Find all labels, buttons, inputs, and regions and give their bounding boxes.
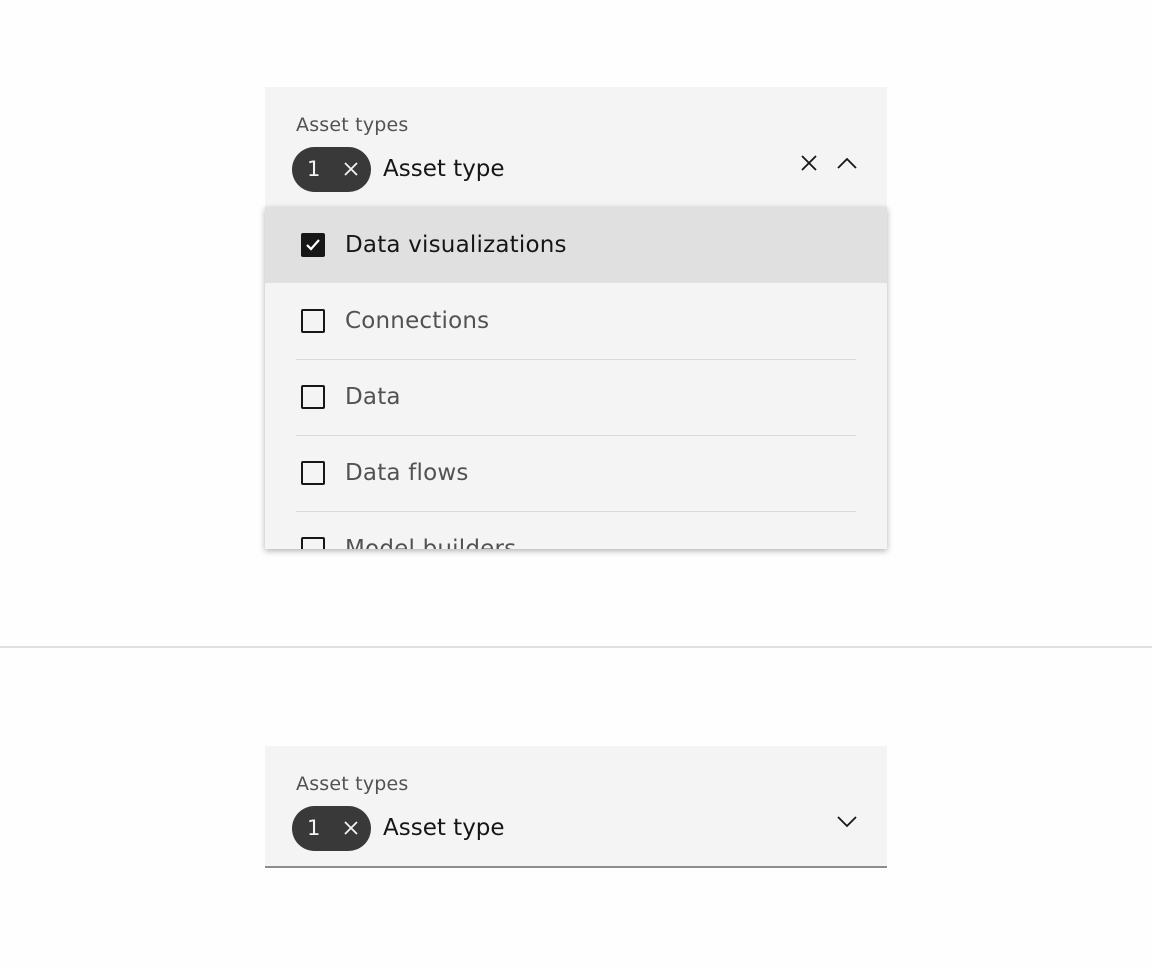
menu-item[interactable]: Connections — [265, 283, 887, 359]
menu-item-label: Connections — [345, 308, 490, 334]
menu-item[interactable]: Model builders — [265, 511, 887, 549]
checkbox[interactable] — [301, 537, 325, 549]
dropdown-menu[interactable]: Data visualizations Connections Data Dat… — [265, 207, 887, 549]
clear-selection-button[interactable] — [340, 817, 362, 839]
selected-count-tag: 1 — [292, 805, 371, 851]
menu-item-label: Data flows — [345, 460, 469, 486]
item-divider — [296, 435, 856, 436]
checkbox[interactable] — [301, 309, 325, 333]
expand-menu-button[interactable] — [837, 812, 857, 832]
multiselect-closed[interactable]: Asset types 1 Asset type — [265, 746, 887, 868]
field-label: Asset types — [296, 773, 409, 795]
menu-item-label: Data — [345, 384, 401, 410]
chevron-down-icon — [837, 816, 857, 828]
menu-item[interactable]: Data — [265, 359, 887, 435]
menu-item[interactable]: Data visualizations — [265, 207, 887, 283]
checkbox[interactable] — [301, 385, 325, 409]
section-divider — [0, 646, 1152, 648]
chevron-up-icon — [837, 157, 857, 169]
item-divider — [296, 359, 856, 360]
close-icon — [344, 162, 358, 176]
selected-count: 1 — [307, 816, 321, 840]
clear-input-button[interactable] — [799, 153, 819, 173]
checkmark-icon — [306, 239, 320, 251]
selected-count-tag: 1 — [292, 146, 371, 192]
close-icon — [801, 155, 817, 171]
collapse-menu-button[interactable] — [837, 153, 857, 173]
close-icon — [344, 821, 358, 835]
checkbox[interactable] — [301, 233, 325, 257]
selected-count: 1 — [307, 157, 321, 181]
placeholder-text: Asset type — [383, 156, 505, 182]
checkbox[interactable] — [301, 461, 325, 485]
field-label: Asset types — [296, 114, 409, 136]
menu-item-label: Data visualizations — [345, 232, 567, 258]
clear-selection-button[interactable] — [340, 158, 362, 180]
menu-item-label: Model builders — [345, 536, 517, 549]
item-divider — [296, 511, 856, 512]
placeholder-text: Asset type — [383, 815, 505, 841]
multiselect-open[interactable]: Asset types 1 Asset type — [265, 87, 887, 207]
menu-item[interactable]: Data flows — [265, 435, 887, 511]
